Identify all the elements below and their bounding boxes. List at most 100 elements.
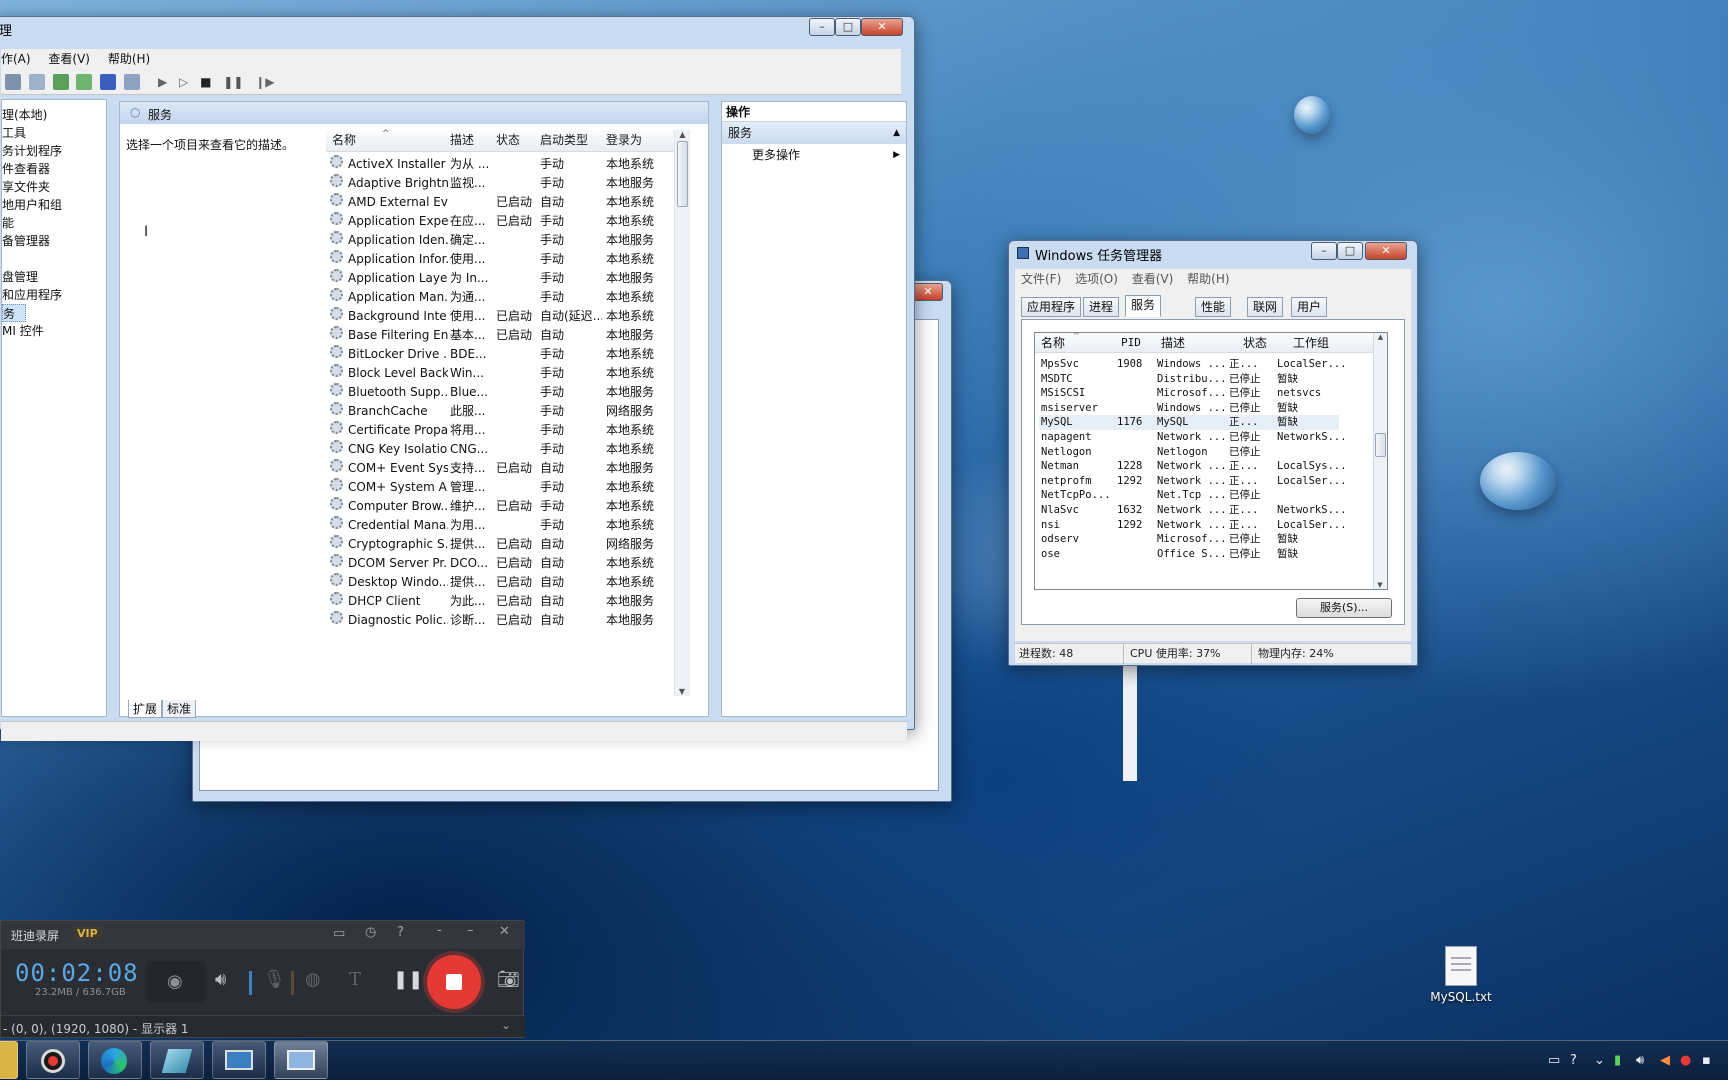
tm-service-row[interactable]: MpsSvc 1908 Windows ... 正... LocalSer...	[1039, 357, 1347, 372]
service-row[interactable]: Block Level Back...Win... 手动 本地系统	[326, 364, 666, 383]
tree-item[interactable]: 工具	[2, 124, 106, 142]
tm-menu-options[interactable]: 选项(O)	[1075, 272, 1118, 286]
tray-speaker-muted-icon[interactable]: ◀	[1660, 1053, 1670, 1068]
service-row[interactable]: Adaptive Brightn...监视... 手动 本地服务	[326, 174, 666, 193]
taskbar-mmc[interactable]	[274, 1041, 328, 1079]
service-row[interactable]: COM+ Event Sys...支持... 已启动自动 本地服务	[326, 459, 666, 478]
start-service-alt-icon[interactable]: ▷	[179, 75, 188, 89]
scroll-down-icon[interactable]: ▼	[1374, 581, 1386, 589]
service-row[interactable]: Certificate Propa...将用... 手动 本地系统	[326, 421, 666, 440]
tray-record-icon[interactable]: ●	[1680, 1053, 1691, 1068]
tray-expand-icon[interactable]: ⌄	[1594, 1053, 1605, 1068]
microphone-icon[interactable]: 🎙︎	[263, 969, 286, 990]
tree-item[interactable]: 享文件夹	[2, 178, 106, 196]
tree-item[interactable]: 理(本地)	[2, 106, 106, 124]
refresh-icon[interactable]	[52, 74, 69, 90]
service-row[interactable]: Desktop Windo... 提供... 已启动 自动 本地系统	[326, 573, 666, 592]
tab-users[interactable]: 用户	[1291, 297, 1328, 317]
service-row[interactable]: Application Infor... 使用... 手动 本地系统	[326, 250, 666, 269]
service-row[interactable]: Base Filtering En...基本... 已启动自动 本地服务	[326, 326, 666, 345]
service-row[interactable]: DHCP Client 为此... 已启动 自动 本地服务	[326, 592, 666, 611]
more-actions-item[interactable]: 更多操作 ▶	[722, 144, 906, 166]
tm-column-description[interactable]: 描述	[1161, 333, 1185, 353]
services-button[interactable]: 服务(S)...	[1296, 598, 1392, 618]
tm-service-row[interactable]: MSiSCSI Microsof... 已停止 netsvcs	[1039, 386, 1339, 401]
column-status[interactable]: 状态	[496, 130, 520, 150]
service-row[interactable]: Computer Brow... 维护... 已启动 手动 本地系统	[326, 497, 666, 516]
tree-item[interactable]: 和应用程序	[2, 286, 106, 304]
clock-icon[interactable]: ◷	[365, 925, 376, 940]
column-name[interactable]: 名称	[332, 130, 356, 150]
tab-networking[interactable]: 联网	[1247, 297, 1284, 317]
service-row[interactable]: Background Inte... 使用... 已启动 自动(延迟... 本地系统	[326, 307, 666, 326]
close-icon[interactable]: ✕	[499, 924, 510, 939]
service-row[interactable]: BranchCache 此服... 手动 网络服务	[326, 402, 666, 421]
maximize-icon[interactable]: □	[835, 18, 861, 36]
service-row[interactable]: DCOM Server Pr... DCO... 已启动 自动 本地系统	[326, 554, 666, 573]
help-icon[interactable]	[100, 74, 117, 90]
tm-column-group[interactable]: 工作组	[1293, 333, 1329, 353]
column-startup-type[interactable]: 启动类型	[540, 130, 588, 150]
taskbar-explorer[interactable]	[0, 1041, 18, 1079]
tree-item[interactable]: 件查看器	[2, 160, 106, 178]
close-icon[interactable]: ✕	[1365, 242, 1407, 260]
tm-service-row[interactable]: nsi 1292 Network ... 正... LocalSer...	[1039, 518, 1347, 533]
scroll-down-icon[interactable]: ▼	[675, 687, 689, 696]
pause-icon[interactable]: ❚❚	[393, 969, 423, 990]
scroll-thumb[interactable]	[677, 141, 688, 207]
tm-services-list[interactable]: MpsSvc 1908 Windows ... 正... LocalSer... MSDT…	[1039, 357, 1371, 589]
tray-network-icon[interactable]: ▮	[1614, 1053, 1621, 1068]
service-row[interactable]: AMD External Ev... 已启动 自动 本地系统	[326, 193, 666, 212]
service-row[interactable]: Cryptographic S... 提供... 已启动 自动 网络服务	[326, 535, 666, 554]
tray-action-center-icon[interactable]: ▪	[1702, 1053, 1711, 1068]
tm-service-row[interactable]: MSDTC Distribu... 已停止 暂缺	[1039, 372, 1339, 387]
export-list-icon[interactable]	[28, 74, 45, 90]
tm-service-row[interactable]: MySQL 1176 MySQL 正... 暂缺	[1039, 415, 1339, 430]
service-row[interactable]: COM+ System A... 管理... 手动 本地系统	[326, 478, 666, 497]
tm-column-name[interactable]: 名称	[1041, 333, 1065, 353]
menu-action[interactable]: 作(A)	[1, 52, 31, 66]
tree-item[interactable]: 能	[2, 214, 106, 232]
close-icon[interactable]: ✕	[861, 18, 903, 36]
desktop-file-mysql-txt[interactable]: MySQL.txt	[1420, 946, 1502, 1012]
tm-service-row[interactable]: Netman 1228 Network ... 正... LocalSys...	[1039, 459, 1347, 474]
minimize-icon[interactable]: –	[809, 18, 835, 36]
webcam-button[interactable]: ◉	[147, 961, 205, 1003]
folder-icon[interactable]: ▭	[333, 926, 345, 941]
scroll-thumb[interactable]	[1375, 433, 1386, 457]
stop-record-button[interactable]	[427, 955, 481, 1009]
maximize-icon[interactable]: □	[1337, 242, 1363, 260]
scroll-up-icon[interactable]: ▲	[1374, 333, 1387, 341]
minimize-icon[interactable]: –	[1311, 242, 1337, 260]
service-row[interactable]: BitLocker Drive ... BDE... 手动 本地系统	[326, 345, 666, 364]
minimize-icon[interactable]: –	[467, 923, 474, 938]
tab-applications[interactable]: 应用程序	[1021, 297, 1082, 317]
properties-icon[interactable]	[124, 74, 141, 90]
tree-item-services-selected[interactable]: 务	[2, 304, 26, 322]
tree-pane[interactable]: 理(本地) 工具 务计划程序 件查看器 享文件夹 地用户和组 能 备管理器 盘管…	[1, 99, 107, 717]
actions-section-services[interactable]: 服务 ▲	[722, 122, 906, 144]
services-list-scrollbar[interactable]: ▲ ▼	[674, 130, 690, 696]
start-service-icon[interactable]: ▶	[158, 75, 167, 89]
tm-service-row[interactable]: netprofm 1292 Network ... 正... LocalSer...	[1039, 474, 1347, 489]
service-row[interactable]: Diagnostic Polic... 诊断... 已启动 自动 本地服务	[326, 611, 666, 630]
close-icon[interactable]: ✕	[913, 283, 943, 301]
tab-services[interactable]: 服务	[1125, 295, 1162, 317]
menu-help[interactable]: 帮助(H)	[108, 52, 150, 66]
tm-column-pid[interactable]: PID	[1121, 333, 1141, 353]
tm-service-row[interactable]: msiserver Windows ... 已停止 暂缺	[1039, 401, 1339, 416]
tm-service-row[interactable]: NlaSvc 1632 Network ... 正... NetworkS...	[1039, 503, 1347, 518]
tm-service-row[interactable]: ose Office S... 已停止 暂缺	[1039, 547, 1339, 562]
help-icon[interactable]: ?	[397, 925, 404, 940]
collapse-icon[interactable]: -	[437, 923, 442, 938]
service-row[interactable]: Application Laye... 为 In... 手动 本地服务	[326, 269, 666, 288]
export-icon[interactable]	[76, 74, 93, 90]
tree-item[interactable]: 盘管理	[2, 268, 106, 286]
tree-item[interactable]	[2, 250, 106, 268]
restart-service-icon[interactable]: ❙▶	[255, 75, 274, 89]
tray-volume-icon[interactable]: 🔊︎	[1636, 1053, 1644, 1068]
collapse-icon[interactable]: ▲	[893, 122, 900, 144]
pause-service-icon[interactable]: ❚❚	[223, 75, 243, 89]
tree-item[interactable]: 地用户和组	[2, 196, 106, 214]
text-overlay-icon[interactable]: T	[349, 969, 361, 990]
